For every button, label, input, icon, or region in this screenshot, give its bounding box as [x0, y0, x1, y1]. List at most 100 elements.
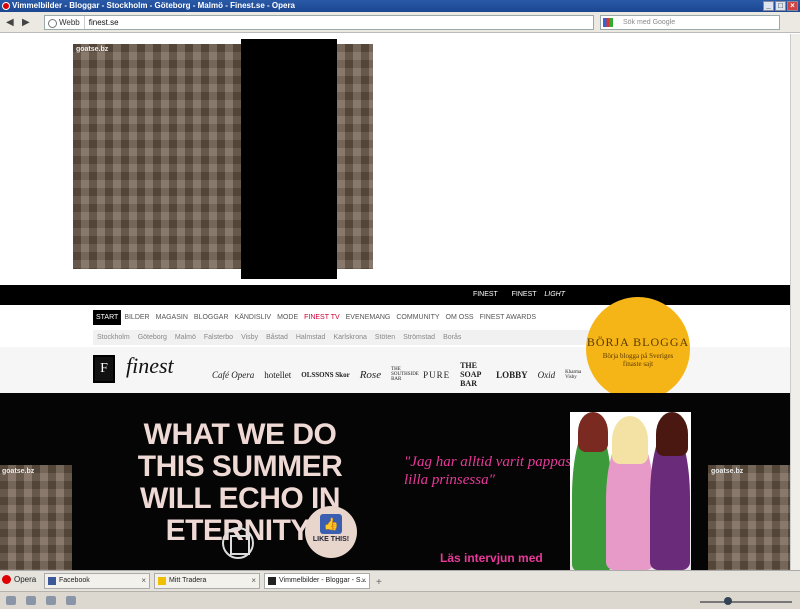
- city-nav: Stockholm Göteborg Malmö Falsterbo Visby…: [93, 330, 593, 345]
- photo-figure: [656, 412, 688, 456]
- maximize-button[interactable]: □: [775, 1, 786, 11]
- tabs: Facebook × Mitt Tradera × Vimmelbilder -…: [44, 573, 370, 589]
- partner-logo[interactable]: THE SOUTHSIDE BAR: [391, 367, 419, 382]
- city-link[interactable]: Strömstad: [399, 330, 439, 345]
- ad-label: goatse.bz: [2, 468, 35, 475]
- search-input[interactable]: Sök med Google: [600, 15, 780, 30]
- vertical-scrollbar[interactable]: [790, 34, 800, 570]
- finest-top-links: FINEST FINEST LIGHT: [467, 285, 565, 305]
- url-text[interactable]: finest.se: [85, 18, 119, 27]
- scheme-label: Webb: [45, 16, 85, 29]
- google-icon[interactable]: [603, 18, 613, 27]
- cloud-icon[interactable]: [26, 596, 36, 605]
- share-icon[interactable]: [46, 596, 56, 605]
- facebook-icon: [48, 577, 56, 585]
- back-icon[interactable]: ◀: [6, 17, 14, 28]
- panel-icon[interactable]: [6, 596, 16, 605]
- banner-quote: "Jag har alltid varit pappas lilla prins…: [404, 454, 572, 488]
- finest-light-link[interactable]: FINEST LIGHT: [506, 291, 565, 298]
- zoom-slider-knob[interactable]: [724, 597, 732, 605]
- new-tab-icon[interactable]: +: [376, 577, 382, 588]
- nav-bloggar[interactable]: BLOGGAR: [191, 310, 232, 325]
- blogga-title: BÖRJA BLOGGA: [586, 335, 690, 349]
- city-link[interactable]: Stockholm: [93, 330, 134, 345]
- nav-start[interactable]: START: [93, 310, 122, 325]
- like-this-badge[interactable]: 👍 LIKE THIS!: [305, 506, 357, 558]
- status-icons: [6, 596, 76, 605]
- nav-mode[interactable]: MODE: [274, 310, 301, 325]
- partner-logo[interactable]: Oxid: [538, 370, 556, 380]
- forward-icon[interactable]: ▶: [22, 17, 30, 28]
- window-title: Vimmelbilder - Bloggar - Stockholm - Göt…: [12, 1, 295, 10]
- city-link[interactable]: Borås: [439, 330, 465, 345]
- page-content: goatse.bz FINEST FINEST LIGHT START BILD…: [0, 34, 790, 570]
- partner-logo[interactable]: THE SOAP BAR: [460, 361, 486, 388]
- city-link[interactable]: Visby: [237, 330, 262, 345]
- tab-mitt-tradera[interactable]: Mitt Tradera ×: [154, 573, 260, 589]
- ad-image-right[interactable]: [708, 465, 790, 570]
- city-link[interactable]: Stöten: [371, 330, 399, 345]
- nav-evenemang[interactable]: EVENEMANG: [343, 310, 394, 325]
- thumbs-up-icon: 👍: [320, 514, 342, 534]
- search-placeholder: Sök med Google: [623, 19, 676, 26]
- partner-logo[interactable]: PURE: [423, 370, 450, 380]
- borja-blogga-badge[interactable]: BÖRJA BLOGGA Börja blogga på Sveriges fi…: [586, 297, 690, 401]
- finest-emblem-icon[interactable]: F: [93, 355, 115, 383]
- censor-bar: [241, 39, 337, 279]
- tab-facebook[interactable]: Facebook ×: [44, 573, 150, 589]
- blogga-subtitle: Börja blogga på Sveriges finaste sajt: [602, 352, 674, 368]
- tradera-icon: [158, 577, 166, 585]
- ad-image-left[interactable]: [0, 465, 72, 570]
- partner-logo[interactable]: Rose: [360, 369, 381, 381]
- read-interview-link[interactable]: Läs intervjun med: [440, 551, 543, 565]
- opera-logo-icon: [2, 2, 10, 10]
- partner-logo[interactable]: LOBBY: [496, 370, 528, 380]
- nav-om-oss[interactable]: OM OSS: [443, 310, 477, 325]
- tab-vimmelbilder[interactable]: Vimmelbilder - Bloggar - S... ×: [264, 573, 370, 589]
- like-label: LIKE THIS!: [312, 536, 350, 543]
- partner-logo[interactable]: OLSSONS Skor: [301, 371, 349, 379]
- city-link[interactable]: Malmö: [171, 330, 200, 345]
- finest-topbar: FINEST FINEST LIGHT: [0, 285, 790, 305]
- address-toolbar: ◀ ▶ Webb finest.se Sök med Google: [0, 12, 800, 33]
- nav-community[interactable]: COMMUNITY: [393, 310, 442, 325]
- city-link[interactable]: Karlskrona: [329, 330, 370, 345]
- minimize-button[interactable]: _: [763, 1, 774, 11]
- tab-bar: Opera Facebook × Mitt Tradera × Vimmelbi…: [0, 570, 800, 591]
- close-tab-icon[interactable]: ×: [361, 574, 366, 588]
- city-link[interactable]: Halmstad: [292, 330, 330, 345]
- partner-logo[interactable]: hotellet: [264, 370, 291, 380]
- tab-label: Facebook: [59, 577, 90, 584]
- nav-bilder[interactable]: BILDER: [121, 310, 152, 325]
- window-titlebar: Vimmelbilder - Bloggar - Stockholm - Göt…: [0, 0, 800, 12]
- nav-magasin[interactable]: MAGASIN: [153, 310, 191, 325]
- ad-label: goatse.bz: [711, 468, 744, 475]
- tab-label: Mitt Tradera: [169, 577, 207, 584]
- nav-kandisliv[interactable]: KÄNDISLIV: [232, 310, 275, 325]
- close-tab-icon[interactable]: ×: [141, 574, 146, 588]
- speed-dial-icon[interactable]: [66, 596, 76, 605]
- ad-label: goatse.bz: [76, 46, 109, 53]
- partner-logo[interactable]: Kharma Visby: [565, 370, 587, 380]
- promo-banner[interactable]: goatse.bz goatse.bz WHAT WE DO THIS SUMM…: [0, 393, 790, 570]
- photo-figure: [612, 416, 648, 464]
- city-link[interactable]: Falsterbo: [200, 330, 237, 345]
- city-link[interactable]: Båstad: [262, 330, 292, 345]
- address-field[interactable]: Webb finest.se: [44, 15, 594, 30]
- close-tab-icon[interactable]: ×: [251, 574, 256, 588]
- close-button[interactable]: ×: [787, 1, 798, 11]
- partner-logos: Café Opera hotellet OLSSONS Skor Rose TH…: [212, 361, 587, 388]
- finest-link[interactable]: FINEST: [473, 291, 498, 298]
- status-bar: [0, 591, 800, 609]
- promo-photo[interactable]: [570, 412, 691, 570]
- nav-finest-tv[interactable]: FINEST TV: [301, 310, 343, 325]
- window-controls: _ □ ×: [763, 1, 798, 11]
- partner-logo[interactable]: Café Opera: [212, 370, 254, 380]
- city-link[interactable]: Göteborg: [134, 330, 171, 345]
- nav-finest-awards[interactable]: FINEST AWARDS: [477, 310, 540, 325]
- tab-label: Vimmelbilder - Bloggar - S...: [279, 577, 367, 584]
- finest-logo[interactable]: finest: [126, 353, 174, 379]
- zoom-slider[interactable]: [700, 601, 792, 603]
- emblem-icon: [222, 527, 254, 559]
- opera-menu-button[interactable]: Opera: [2, 575, 36, 584]
